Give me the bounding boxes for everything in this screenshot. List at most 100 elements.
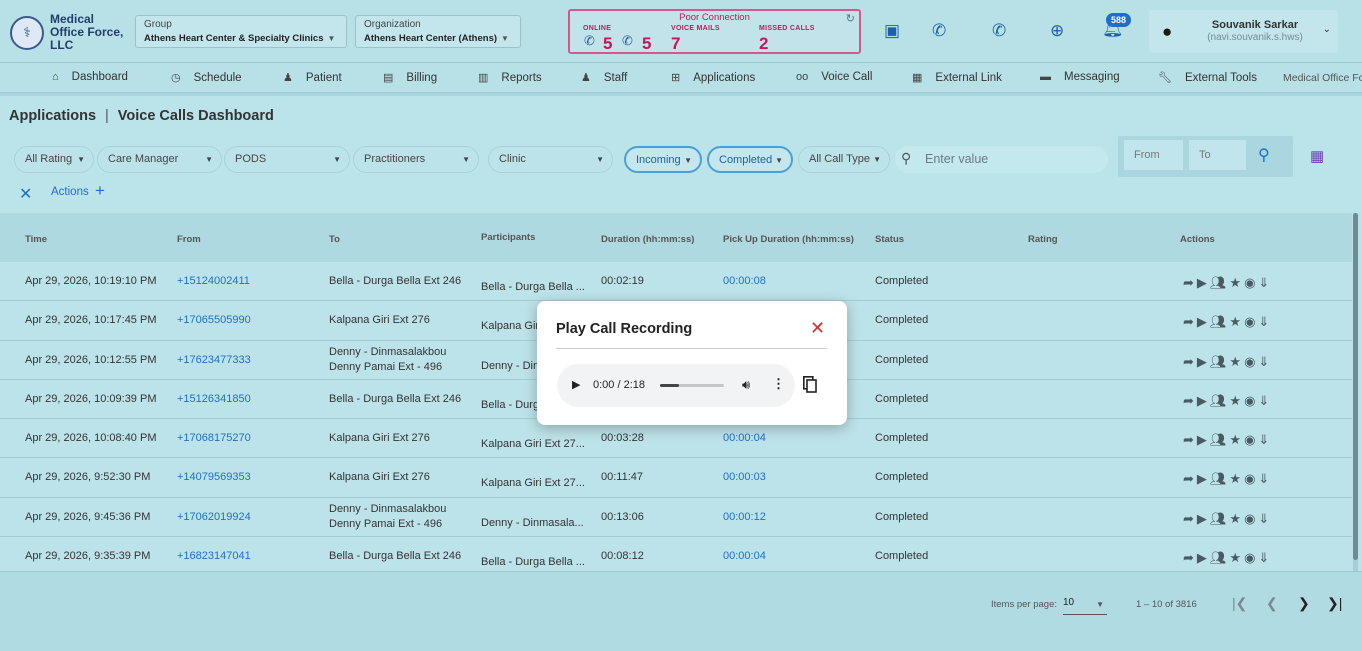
audio-progress-bar[interactable] [660, 384, 724, 387]
play-icon[interactable]: ▶ [572, 378, 580, 391]
nav-item-voice-call[interactable]: oo Voice Call [796, 71, 872, 83]
column-header-rating[interactable]: Rating [1028, 234, 1058, 245]
table-row[interactable]: Apr 29, 2026, 10:19:10 PM +15124002411 Bel… [0, 262, 1352, 302]
eye-icon[interactable]: ◉ [1244, 393, 1258, 408]
play-icon[interactable]: ▶ [1197, 314, 1210, 329]
nav-item-staff[interactable]: ♟ Staff [581, 71, 627, 84]
calendar-icon[interactable]: ▣ [884, 21, 900, 41]
cell-from[interactable]: +17623477333 [177, 354, 251, 366]
download-icon[interactable]: ⇓ [1258, 471, 1272, 486]
search-button-icon[interactable]: ⚲ [1258, 145, 1270, 165]
column-header-from[interactable]: From [177, 234, 201, 245]
download-icon[interactable]: ⇓ [1258, 275, 1272, 290]
play-icon[interactable]: ▶ [1197, 471, 1210, 486]
rating-filter[interactable]: All Rating ▼ [14, 146, 94, 173]
forward-icon[interactable]: ➦ [1183, 432, 1197, 447]
star-icon[interactable]: ★ [1229, 550, 1244, 565]
column-header-duration[interactable]: Duration (hh:mm:ss) [601, 234, 694, 245]
star-icon[interactable]: ★ [1229, 393, 1244, 408]
more-options-icon[interactable]: ⋮ [772, 376, 785, 392]
participants-icon[interactable]: 👥︎ [1210, 314, 1230, 329]
column-header-time[interactable]: Time [25, 234, 47, 245]
direction-filter[interactable]: Incoming ▼ [624, 146, 702, 173]
nav-item-schedule[interactable]: ◷ Schedule [171, 71, 242, 84]
eye-icon[interactable]: ◉ [1244, 511, 1258, 526]
star-icon[interactable]: ★ [1229, 275, 1244, 290]
download-icon[interactable]: ⇓ [1258, 550, 1272, 565]
forward-icon[interactable]: ➦ [1183, 275, 1197, 290]
cell-from[interactable]: +15126341850 [177, 393, 251, 405]
call-type-filter[interactable]: All Call Type ▼ [798, 146, 890, 173]
forward-icon[interactable]: ➦ [1183, 471, 1197, 486]
star-icon[interactable]: ★ [1229, 511, 1244, 526]
play-icon[interactable]: ▶ [1197, 275, 1210, 290]
missed-calls-count[interactable]: 2 [759, 34, 768, 54]
next-page-icon[interactable]: ❯ [1298, 595, 1310, 612]
download-icon[interactable]: ⇓ [1258, 354, 1272, 369]
nav-item-messaging[interactable]: ▬ Messaging [1040, 71, 1120, 83]
calendar-icon[interactable]: ▦ [1310, 147, 1324, 165]
nav-item-external-link[interactable]: ▦ External Link [912, 71, 1002, 84]
copy-icon[interactable] [803, 376, 817, 393]
nav-item-reports[interactable]: ▥ Reports [478, 71, 542, 84]
participants-icon[interactable]: 👥︎ [1210, 471, 1230, 486]
breadcrumb-root[interactable]: Applications [9, 108, 96, 124]
close-icon[interactable]: ✕ [19, 186, 32, 203]
eye-icon[interactable]: ◉ [1244, 314, 1258, 329]
participants-icon[interactable]: 👥︎ [1210, 354, 1230, 369]
column-header-to[interactable]: To [329, 234, 340, 245]
forward-icon[interactable]: ➦ [1183, 314, 1197, 329]
cell-from[interactable]: +15124002411 [177, 275, 250, 287]
column-header-status[interactable]: Status [875, 234, 904, 245]
play-icon[interactable]: ▶ [1197, 511, 1210, 526]
clinic-filter[interactable]: Clinic ▼ [488, 146, 613, 173]
star-icon[interactable]: ★ [1229, 432, 1244, 447]
user-menu[interactable]: ● Souvanik Sarkar (navi.souvanik.s.hws) … [1149, 10, 1338, 53]
table-scrollbar[interactable] [1353, 213, 1358, 571]
eye-icon[interactable]: ◉ [1244, 471, 1258, 486]
table-row[interactable]: Apr 29, 2026, 10:08:40 PM +17068175270 Kal… [0, 419, 1352, 459]
column-header-pickup-duration[interactable]: Pick Up Duration (hh:mm:ss) [723, 234, 854, 245]
star-icon[interactable]: ★ [1229, 354, 1244, 369]
nav-item-dashboard[interactable]: ⌂ Dashboard [52, 71, 128, 83]
column-header-participants[interactable]: Participants [481, 232, 535, 243]
group-select[interactable]: Group Athens Heart Center & Specialty Cl… [135, 15, 347, 48]
star-icon[interactable]: ★ [1229, 471, 1244, 486]
forward-icon[interactable]: ➦ [1183, 511, 1197, 526]
nav-item-applications[interactable]: ⊞ Applications [671, 71, 755, 84]
play-icon[interactable]: ▶ [1197, 432, 1210, 447]
refresh-icon[interactable]: ↻ [846, 12, 855, 25]
participants-icon[interactable]: 👥︎ [1210, 511, 1230, 526]
pods-filter[interactable]: PODS ▼ [224, 146, 350, 173]
from-date-input[interactable]: From [1124, 140, 1183, 170]
care-manager-filter[interactable]: Care Manager ▼ [97, 146, 222, 173]
download-icon[interactable]: ⇓ [1258, 511, 1272, 526]
app-logo[interactable]: ⚕ Medical Office Force, LLC [10, 13, 130, 52]
star-icon[interactable]: ★ [1229, 314, 1244, 329]
add-user-icon[interactable]: ⊕ [1050, 21, 1064, 41]
search-input[interactable] [925, 150, 1095, 168]
nav-item-medical-office[interactable]: Medical Office Fo [1283, 72, 1362, 84]
last-page-icon[interactable]: ❯| [1327, 595, 1342, 612]
forward-icon[interactable]: ➦ [1183, 550, 1197, 565]
voice-mails-count[interactable]: 7 [671, 34, 680, 54]
close-icon[interactable]: ✕ [810, 318, 825, 339]
play-icon[interactable]: ▶ [1197, 393, 1210, 408]
cell-from[interactable]: +17062019924 [177, 511, 251, 523]
participants-icon[interactable]: 👥︎ [1210, 432, 1230, 447]
first-page-icon[interactable]: |❮ [1232, 595, 1247, 612]
actions-label[interactable]: Actions [51, 186, 89, 198]
previous-page-icon[interactable]: ❮ [1266, 595, 1278, 612]
cell-from[interactable]: +14079569353 [177, 471, 251, 483]
practitioners-filter[interactable]: Practitioners ▼ [353, 146, 479, 173]
play-icon[interactable]: ▶ [1197, 550, 1210, 565]
nav-item-billing[interactable]: ▤ Billing [383, 71, 437, 84]
eye-icon[interactable]: ◉ [1244, 432, 1258, 447]
nav-item-patient[interactable]: ♟ Patient [283, 71, 342, 84]
call-list-icon[interactable]: ✆ [932, 21, 946, 41]
download-icon[interactable]: ⇓ [1258, 314, 1272, 329]
eye-icon[interactable]: ◉ [1244, 550, 1258, 565]
play-icon[interactable]: ▶ [1197, 354, 1210, 369]
items-per-page-select[interactable]: 10 ▼ [1063, 597, 1107, 615]
forward-icon[interactable]: ➦ [1183, 393, 1197, 408]
